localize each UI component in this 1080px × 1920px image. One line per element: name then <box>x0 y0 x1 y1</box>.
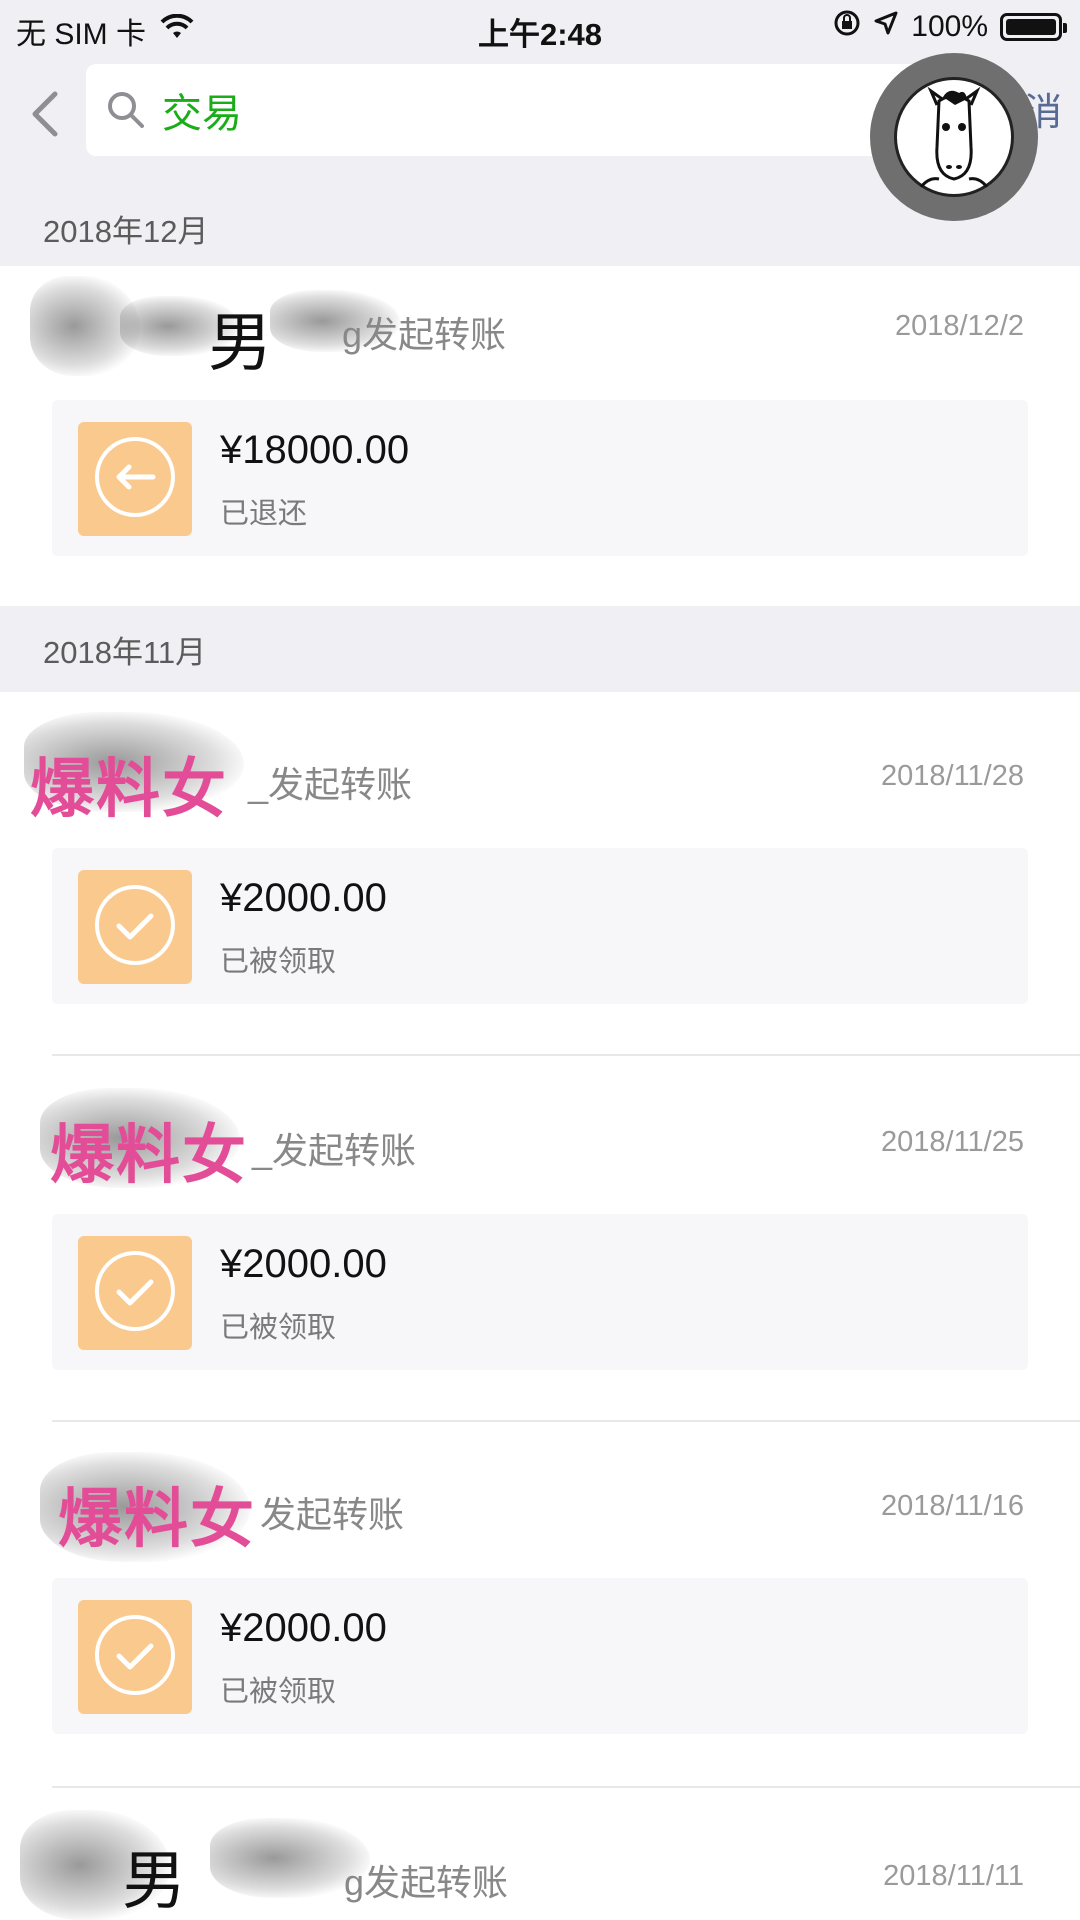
transaction-date: 2018/11/28 <box>881 760 1024 792</box>
battery-fill <box>1006 19 1056 35</box>
search-input[interactable]: 交易 <box>86 64 938 156</box>
sender-name: 爆料女 <box>50 1119 248 1193</box>
transfer-status: 已退还 <box>220 498 308 530</box>
transfer-card[interactable]: ¥2000.00 已被领取 <box>52 1578 1028 1734</box>
transfer-icon-box <box>78 1600 192 1714</box>
orientation-lock-icon <box>833 9 861 45</box>
transfer-action-text: g发起转账 <box>344 1862 509 1903</box>
transfer-action-text: g发起转账 <box>342 314 507 355</box>
sender-area: 爆料女 _发起转账 <box>24 692 550 827</box>
sender-name: 爆料女 <box>58 1483 256 1557</box>
horse-avatar-icon <box>894 77 1014 197</box>
check-icon <box>93 1613 177 1702</box>
transfer-action-text: _发起转账 <box>248 764 413 805</box>
sender-area: 男 g发起转账 <box>30 266 550 396</box>
transfer-status: 已被领取 <box>220 1312 337 1344</box>
status-left: 无 SIM 卡 <box>16 9 194 53</box>
search-icon <box>104 88 148 132</box>
carrier-text: 无 SIM 卡 <box>16 18 147 51</box>
sender-area: 男 g发起转账 <box>20 1788 550 1920</box>
transfer-card[interactable]: ¥2000.00 已被领取 <box>52 1214 1028 1370</box>
sender-area: 爆料女 发起转账 <box>30 1422 550 1562</box>
list-item[interactable]: 爆料女 _发起转账 2018/11/25 ¥2000.00 已被领取 <box>0 1056 1080 1420</box>
transaction-date: 2018/11/16 <box>881 1490 1024 1522</box>
status-right: 100% <box>833 9 1067 45</box>
transaction-date: 2018/11/25 <box>881 1126 1024 1158</box>
sender-name: 男 <box>208 307 272 381</box>
transfer-amount: ¥2000.00 <box>220 1606 387 1650</box>
month-header: 2018年11月 <box>0 606 1080 692</box>
back-button[interactable] <box>22 85 66 147</box>
list-item[interactable]: 男 g发起转账 2018/12/2 ¥18000.00 已退还 <box>0 266 1080 606</box>
screen: 无 SIM 卡 上午2:48 100% 交易 消 2018年12月 男 g发起转… <box>0 0 1080 1920</box>
transfer-icon-box <box>78 422 192 536</box>
list-item[interactable]: 爆料女 _发起转账 2018/11/28 ¥2000.00 已被领取 <box>0 692 1080 1054</box>
sender-name: 男 <box>122 1845 186 1919</box>
battery-percent: 100% <box>911 10 988 43</box>
list-item[interactable]: 爆料女 发起转账 2018/11/16 ¥2000.00 已被领取 <box>0 1422 1080 1786</box>
list-item[interactable]: 男 g发起转账 2018/11/11 <box>0 1788 1080 1920</box>
check-icon <box>93 1249 177 1338</box>
status-bar: 无 SIM 卡 上午2:48 100% <box>0 0 1080 55</box>
sender-name: 爆料女 <box>30 753 228 827</box>
battery-icon <box>1000 13 1067 41</box>
transfer-card[interactable]: ¥18000.00 已退还 <box>52 400 1028 556</box>
transaction-date: 2018/12/2 <box>894 310 1024 342</box>
transfer-icon-box <box>78 1236 192 1350</box>
transfer-action-text: 发起转账 <box>260 1494 405 1535</box>
search-query: 交易 <box>162 92 242 136</box>
transfer-amount: ¥18000.00 <box>220 428 410 472</box>
transfer-icon-box <box>78 870 192 984</box>
floating-avatar[interactable] <box>870 53 1038 221</box>
sender-area: 爆料女 _发起转账 <box>30 1056 550 1193</box>
transfer-status: 已被领取 <box>220 1676 337 1708</box>
transfer-status: 已被领取 <box>220 946 337 978</box>
check-icon <box>93 883 177 972</box>
transfer-amount: ¥2000.00 <box>220 876 387 920</box>
location-arrow-icon <box>873 10 899 44</box>
transfer-action-text: _发起转账 <box>252 1130 417 1171</box>
transaction-date: 2018/11/11 <box>883 1860 1024 1892</box>
chevron-left-icon <box>29 90 59 143</box>
transfer-amount: ¥2000.00 <box>220 1242 387 1286</box>
transfer-card[interactable]: ¥2000.00 已被领取 <box>52 848 1028 1004</box>
wifi-icon <box>160 13 194 48</box>
return-arrow-icon <box>93 435 177 524</box>
